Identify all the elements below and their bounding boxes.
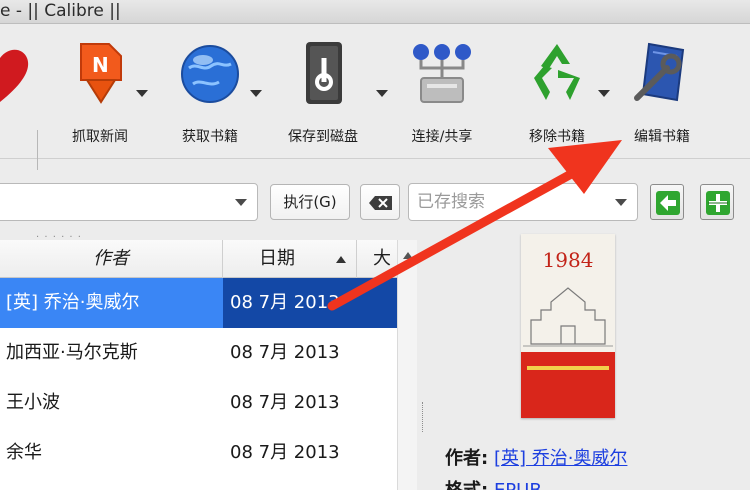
get-books-button[interactable]: 获取书籍	[160, 24, 262, 159]
column-header-date[interactable]: 日期	[223, 240, 357, 278]
table-row[interactable]: 余华 08 7月 2013	[0, 428, 397, 478]
fetch-news-label: 抓取新闻	[72, 129, 128, 145]
panel-splitter-handle[interactable]	[422, 402, 425, 432]
fetch-news-button[interactable]: N 抓取新闻	[50, 24, 150, 159]
svg-text:N: N	[92, 53, 109, 77]
remove-books-button[interactable]: 移除书籍	[502, 24, 612, 159]
news-fetch-icon: N	[80, 43, 122, 104]
table-row[interactable]: 加西亚·马尔克斯 08 7月 2013	[0, 328, 397, 378]
cell-author: 余华	[6, 442, 42, 463]
edit-book-button[interactable]: 编辑书籍	[612, 24, 712, 159]
save-to-disk-button[interactable]: 保存到磁盘	[268, 24, 388, 159]
table-vertical-scrollbar[interactable]	[397, 240, 417, 490]
column-header-size[interactable]: 大	[357, 240, 397, 278]
cell-date: 08 7月 2013	[230, 442, 340, 463]
cell-date: 08 7月 2013	[230, 342, 340, 363]
table-row[interactable]: 王小波 08 7月 2013	[0, 378, 397, 428]
clear-search-button[interactable]	[360, 184, 400, 220]
detail-author-line: 作者: [英] 乔治·奥威尔	[445, 444, 627, 470]
book-list-table: 作者 日期 大 [英] 乔治·奥威尔 08 7月 2013 加西亚·马尔克斯 0…	[0, 240, 417, 490]
book-details-panel: 1984 作者: [英] 乔治·奥威尔 格式: EPUB	[418, 222, 750, 490]
detail-author-link[interactable]: [英] 乔治·奥威尔	[494, 448, 628, 469]
cover-red-band	[521, 352, 615, 418]
cell-date: 08 7月 2013	[230, 392, 340, 413]
get-books-label: 获取书籍	[182, 129, 238, 145]
save-search-button[interactable]	[700, 184, 734, 220]
globe-icon	[181, 45, 239, 103]
network-share-icon	[413, 44, 471, 103]
connect-share-label: 连接/共享	[411, 129, 473, 145]
saved-search-input[interactable]	[417, 190, 607, 214]
arrow-left-icon	[656, 191, 680, 215]
table-header: 作者 日期 大	[0, 240, 417, 278]
get-books-dropdown-arrow[interactable]	[250, 90, 262, 97]
saved-search-combo[interactable]	[408, 183, 638, 221]
toolbar-item-partial[interactable]	[0, 24, 30, 159]
save-to-disk-dropdown-arrow[interactable]	[376, 90, 388, 97]
add-search-icon	[706, 191, 730, 215]
fetch-news-dropdown-arrow[interactable]	[136, 90, 148, 97]
column-header-author[interactable]: 作者	[0, 240, 223, 278]
connect-share-button[interactable]: 连接/共享	[392, 24, 492, 159]
book-edit-icon	[634, 42, 685, 102]
column-header-date-label: 日期	[259, 248, 295, 269]
backspace-clear-icon	[369, 196, 392, 210]
remove-books-dropdown-arrow[interactable]	[598, 90, 610, 97]
remove-books-label: 移除书籍	[529, 129, 585, 145]
sort-ascending-icon	[336, 256, 346, 263]
detail-format-key: 格式:	[445, 480, 488, 490]
heart-icon	[0, 49, 29, 102]
search-history-dropdown-icon[interactable]	[235, 199, 247, 206]
window-title: e - || Calibre ||	[0, 1, 121, 21]
calibre-window: e - || Calibre || N 抓取新闻 获取书籍 保存到磁盘 连接/共…	[0, 0, 750, 490]
cover-title: 1984	[542, 248, 594, 272]
book-cover-image[interactable]: 1984	[521, 234, 615, 418]
cell-author: 加西亚·马尔克斯	[6, 342, 138, 363]
detail-format-link[interactable]: EPUB	[494, 480, 542, 490]
execute-search-button[interactable]: 执行(G)	[270, 184, 350, 220]
cell-author: [英] 乔治·奥威尔	[0, 278, 223, 328]
disk-save-icon	[306, 42, 342, 104]
save-to-disk-label: 保存到磁盘	[288, 129, 358, 145]
cell-author: 王小波	[6, 392, 60, 413]
main-toolbar: N 抓取新闻 获取书籍 保存到磁盘 连接/共享 移除书籍 编辑书籍	[0, 24, 750, 170]
cell-date: 08 7月 2013	[223, 278, 397, 328]
detail-author-key: 作者:	[445, 448, 489, 469]
table-row[interactable]: [英] 乔治·奥威尔 08 7月 2013	[0, 278, 397, 328]
cover-yellow-stripe	[527, 366, 609, 370]
toolbar-separator	[37, 130, 38, 170]
edit-book-label: 编辑书籍	[634, 129, 690, 145]
recycle-icon	[534, 44, 580, 100]
saved-search-dropdown-icon[interactable]	[615, 199, 627, 206]
scroll-up-icon[interactable]	[403, 252, 413, 259]
search-input[interactable]	[0, 183, 258, 221]
title-bar: e - || Calibre ||	[0, 0, 750, 24]
copy-search-button[interactable]	[650, 184, 684, 220]
cover-illustration	[523, 287, 613, 347]
detail-format-line: 格式: EPUB	[445, 476, 542, 490]
